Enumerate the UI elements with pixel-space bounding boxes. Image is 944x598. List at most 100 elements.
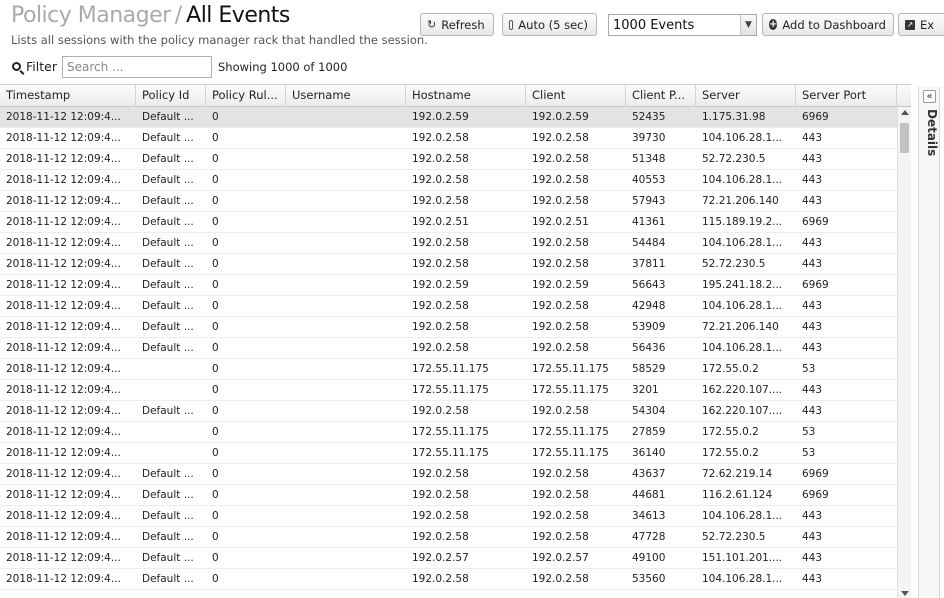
- refresh-label: Refresh: [441, 17, 485, 32]
- search-input[interactable]: [62, 56, 212, 78]
- cell-hostname: 172.55.11.175: [412, 447, 489, 459]
- cell-policy-id: Default ...: [142, 531, 194, 543]
- double-chevron-left-icon[interactable]: «: [923, 90, 936, 103]
- cell-policy-id: [136, 380, 206, 400]
- cell-client-port: 42948: [632, 300, 666, 312]
- cell-server: 72.62.219.14: [702, 468, 773, 480]
- cell-client-port: 47728: [632, 531, 666, 543]
- table-row[interactable]: 2018-11-12 12:09:4... Default ... 0 192.0.2…: [0, 233, 897, 254]
- cell-hostname: 192.0.2.58: [412, 510, 469, 522]
- showing-count: Showing 1000 of 1000: [218, 60, 348, 74]
- table-row[interactable]: 2018-11-12 12:09:4... Default ... 0 192.0.2…: [0, 548, 897, 569]
- cell-server: 104.106.28.1...: [702, 573, 783, 585]
- table-row[interactable]: 2018-11-12 12:09:4... Default ... 0 192.0.2…: [0, 338, 897, 359]
- chevron-down-icon[interactable]: ▼: [740, 15, 756, 35]
- cell-client-port: 39730: [632, 132, 666, 144]
- cell-policy-rule: 0: [212, 384, 219, 396]
- cell-timestamp: 2018-11-12 12:09:4...: [6, 489, 121, 501]
- table-row[interactable]: 2018-11-12 12:09:4... Default ... 0 192.0.2…: [0, 128, 897, 149]
- cell-server-port: 6969: [802, 279, 829, 291]
- cell-hostname: 192.0.2.58: [412, 405, 469, 417]
- scroll-down-icon[interactable]: [901, 591, 909, 596]
- table-row[interactable]: 2018-11-12 12:09:4... Default ... 0 192.0.2…: [0, 170, 897, 191]
- cell-server: 172.55.0.2: [702, 363, 759, 375]
- table-row[interactable]: 2018-11-12 12:09:4... Default ... 0 192.0.2…: [0, 296, 897, 317]
- export-button[interactable]: ↗ Ex: [898, 13, 944, 36]
- page-title: Policy Manager / All Events: [11, 3, 290, 28]
- table-row[interactable]: 2018-11-12 12:09:4... Default ... 0 192.0.2…: [0, 212, 897, 233]
- event-limit-select[interactable]: 1000 Events ▼: [608, 14, 757, 36]
- column-header-server[interactable]: Server: [696, 85, 796, 107]
- table-row[interactable]: 2018-11-12 12:09:4... Default ... 0 192.0.2…: [0, 317, 897, 338]
- cell-timestamp: 2018-11-12 12:09:4...: [6, 153, 121, 165]
- column-header-hostname[interactable]: Hostname: [406, 85, 526, 107]
- table-row[interactable]: 2018-11-12 12:09:4... 0 172.55.11.175 172.5…: [0, 443, 897, 464]
- vertical-scrollbar[interactable]: [897, 107, 911, 598]
- cell-hostname: 192.0.2.58: [412, 153, 469, 165]
- cell-hostname: 192.0.2.58: [412, 573, 469, 585]
- cell-timestamp: 2018-11-12 12:09:4...: [6, 552, 121, 564]
- table-row[interactable]: 2018-11-12 12:09:4... Default ... 0 192.0.2…: [0, 527, 897, 548]
- column-header-username[interactable]: Username: [286, 85, 406, 107]
- add-to-dashboard-button[interactable]: + Add to Dashboard: [762, 13, 894, 36]
- cell-server: 115.189.19.2...: [702, 216, 783, 228]
- cell-policy-id: Default ...: [142, 195, 194, 207]
- filter-label-text: Filter: [26, 59, 57, 74]
- cell-policy-id: Default ...: [142, 279, 194, 291]
- details-label[interactable]: Details: [921, 109, 939, 156]
- cell-server-port: 443: [802, 174, 823, 186]
- cell-policy-rule: 0: [212, 258, 219, 270]
- cell-timestamp: 2018-11-12 12:09:4...: [6, 531, 121, 543]
- refresh-button[interactable]: ↻ Refresh: [420, 13, 494, 36]
- cell-server-port: 443: [802, 531, 823, 543]
- cell-username: [286, 485, 406, 505]
- cell-timestamp: 2018-11-12 12:09:4...: [6, 384, 121, 396]
- cell-server: 104.106.28.1...: [702, 132, 783, 144]
- cell-policy-rule: 0: [212, 111, 219, 123]
- cell-server: 104.106.28.1...: [702, 237, 783, 249]
- table-row[interactable]: 2018-11-12 12:09:4... 0 172.55.11.175 172.5…: [0, 380, 897, 401]
- cell-hostname: 192.0.2.58: [412, 321, 469, 333]
- cell-client: 172.55.11.175: [532, 384, 609, 396]
- cell-policy-id: Default ...: [142, 153, 194, 165]
- column-header-timestamp[interactable]: Timestamp: [0, 85, 136, 107]
- table-row[interactable]: 2018-11-12 12:09:4... Default ... 0 192.0.2…: [0, 569, 897, 590]
- cell-timestamp: 2018-11-12 12:09:4...: [6, 510, 121, 522]
- cell-hostname: 192.0.2.59: [412, 111, 469, 123]
- checkbox-icon[interactable]: [509, 19, 514, 30]
- cell-policy-id: Default ...: [142, 342, 194, 354]
- table-row[interactable]: 2018-11-12 12:09:4... Default ... 0 192.0.2…: [0, 275, 897, 296]
- scroll-up-icon[interactable]: [901, 110, 909, 115]
- scroll-thumb[interactable]: [900, 123, 909, 153]
- cell-client-port: 27859: [632, 426, 666, 438]
- cell-server-port: 443: [802, 153, 823, 165]
- table-row[interactable]: 2018-11-12 12:09:4... Default ... 0 192.0.2…: [0, 254, 897, 275]
- cell-policy-rule: 0: [212, 552, 219, 564]
- table-row[interactable]: 2018-11-12 12:09:4... Default ... 0 192.0.2…: [0, 401, 897, 422]
- cell-client: 192.0.2.58: [532, 510, 589, 522]
- column-header-policy-rule[interactable]: Policy Rul...: [206, 85, 286, 107]
- cell-timestamp: 2018-11-12 12:09:4...: [6, 405, 121, 417]
- table-row[interactable]: 2018-11-12 12:09:4... 0 172.55.11.175 172.5…: [0, 359, 897, 380]
- cell-server-port: 53: [802, 447, 816, 459]
- cell-server: 52.72.230.5: [702, 531, 766, 543]
- cell-client-port: 52435: [632, 111, 666, 123]
- column-header-policy-id[interactable]: Policy Id: [136, 85, 206, 107]
- cell-hostname: 172.55.11.175: [412, 363, 489, 375]
- details-panel[interactable]: « Details: [918, 87, 940, 598]
- table-row[interactable]: 2018-11-12 12:09:4... Default ... 0 192.0.2…: [0, 506, 897, 527]
- auto-refresh-toggle[interactable]: Auto (5 sec): [502, 13, 597, 36]
- table-row[interactable]: 2018-11-12 12:09:4... Default ... 0 192.0.2…: [0, 485, 897, 506]
- table-row[interactable]: 2018-11-12 12:09:4... Default ... 0 192.0.2…: [0, 191, 897, 212]
- table-row[interactable]: 2018-11-12 12:09:4... Default ... 0 192.0.2…: [0, 149, 897, 170]
- breadcrumb-policy-manager[interactable]: Policy Manager: [11, 3, 171, 28]
- column-header-client[interactable]: Client: [526, 85, 626, 107]
- table-row[interactable]: 2018-11-12 12:09:4... Default ... 0 192.0.2…: [0, 464, 897, 485]
- column-header-client-port[interactable]: Client P...: [626, 85, 696, 107]
- cell-timestamp: 2018-11-12 12:09:4...: [6, 363, 121, 375]
- column-header-server-port[interactable]: Server Port: [796, 85, 897, 107]
- table-row[interactable]: 2018-11-12 12:09:4... 0 172.55.11.175 172.5…: [0, 422, 897, 443]
- table-row[interactable]: 2018-11-12 12:09:4... Default ... 0 192.0.2…: [0, 107, 897, 128]
- page-header: Policy Manager / All Events Lists all sess…: [0, 0, 944, 52]
- cell-policy-id: Default ...: [142, 468, 194, 480]
